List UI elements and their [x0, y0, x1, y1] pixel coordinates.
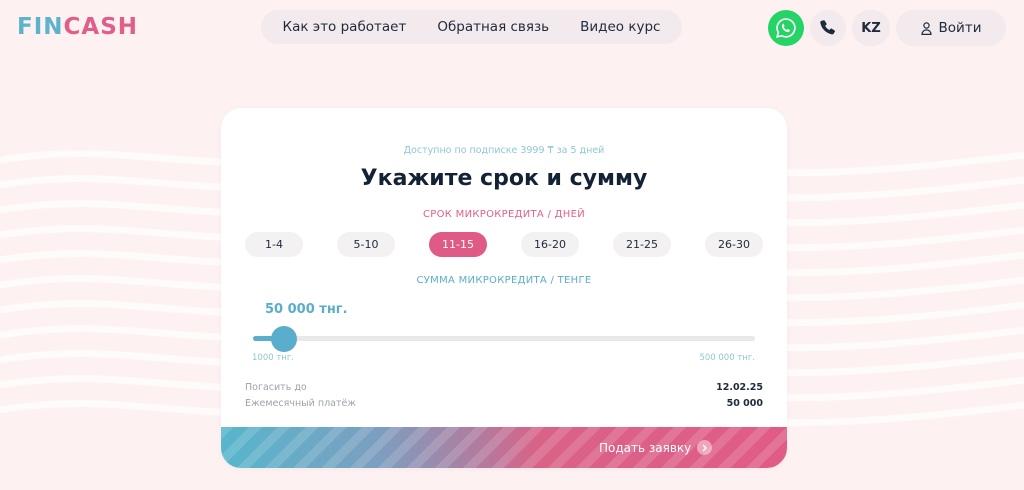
term-selector: 1-4 5-10 11-15 16-20 21-25 26-30 [245, 232, 763, 257]
slider-max-label: 500 000 тнг. [699, 353, 755, 363]
whatsapp-button[interactable] [768, 10, 804, 46]
whatsapp-icon [775, 18, 796, 39]
page-title: Укажите срок и сумму [360, 166, 648, 191]
logo-fin: FIN [17, 14, 64, 40]
amount-label: СУММА МИКРОКРЕДИТА / ТЕНГЕ [416, 275, 592, 286]
monthly-payment-value: 50 000 [726, 398, 763, 409]
term-label: СРОК МИКРОКРЕДИТА / ДНЕЙ [422, 209, 586, 220]
subscription-note: Доступно по подписке 3999 ₸ за 5 дней [403, 145, 605, 156]
main-nav: Как это работает Обратная связь Видео ку… [261, 10, 682, 44]
phone-icon [820, 20, 835, 35]
submit-label: Подать заявку [599, 440, 692, 455]
slider-min-label: 1000 тнг. [252, 353, 295, 363]
nav-video-course[interactable]: Видео курс [580, 19, 660, 35]
term-option-1-4[interactable]: 1-4 [245, 232, 303, 257]
term-option-11-15[interactable]: 11-15 [429, 232, 487, 257]
repay-date-label: Погасить до [245, 382, 307, 393]
user-icon [920, 21, 932, 35]
amount-slider-track[interactable] [253, 336, 755, 341]
term-option-21-25[interactable]: 21-25 [613, 232, 671, 257]
logo-cash: CASH [63, 14, 139, 40]
login-label: Войти [938, 20, 982, 36]
loan-calculator-card: Доступно по подписке 3999 ₸ за 5 дней Ук… [221, 108, 787, 468]
amount-value: 50 000 тнг. [265, 302, 348, 317]
login-button[interactable]: Войти [896, 10, 1006, 46]
chevron-right-icon [697, 440, 713, 455]
repay-date-value: 12.02.25 [716, 382, 763, 393]
term-option-5-10[interactable]: 5-10 [337, 232, 395, 257]
submit-bar[interactable]: Подать заявку [221, 427, 787, 468]
nav-feedback[interactable]: Обратная связь [437, 19, 549, 35]
submit-application-button[interactable]: Подать заявку [599, 427, 713, 468]
term-option-16-20[interactable]: 16-20 [521, 232, 579, 257]
monthly-payment-label: Ежемесячный платёж [245, 398, 356, 409]
fincash-logo[interactable]: FINCASH [17, 14, 138, 40]
nav-how-it-works[interactable]: Как это работает [282, 19, 406, 35]
amount-slider-thumb[interactable] [271, 326, 298, 352]
term-option-26-30[interactable]: 26-30 [705, 232, 763, 257]
language-switch[interactable]: KZ [852, 10, 890, 46]
phone-button[interactable] [810, 10, 846, 46]
site-header: FINCASH Как это работает Обратная связь … [0, 0, 1024, 54]
